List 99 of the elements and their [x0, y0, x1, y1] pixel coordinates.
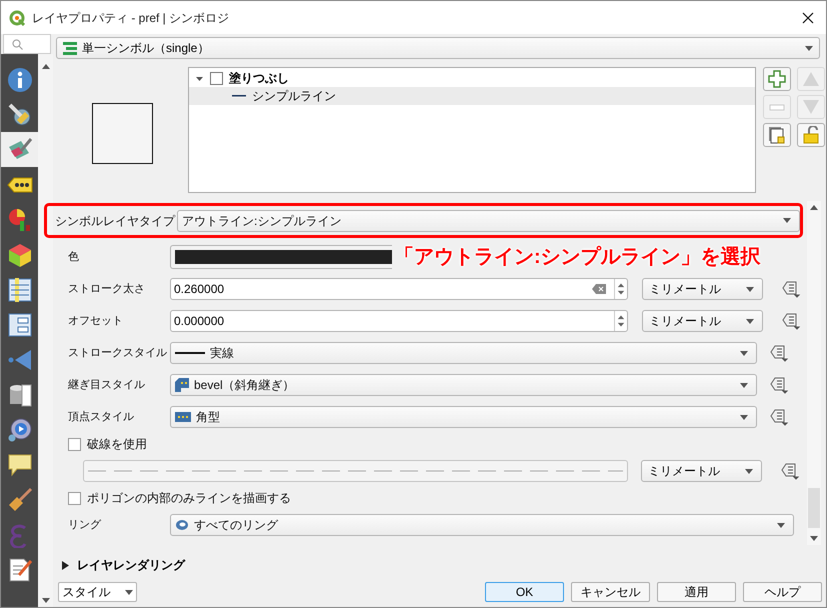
dialog-button[interactable]: キャンセル — [571, 582, 650, 602]
single-symbol-icon — [63, 42, 77, 54]
dropdown-caret-icon — [746, 318, 754, 324]
dropdown[interactable]: bevel（斜角継ぎ） — [170, 374, 757, 396]
app-logo-icon — [9, 10, 25, 26]
unlocked-padlock-icon — [802, 126, 820, 144]
scrollbar-thumb[interactable] — [808, 488, 820, 528]
form-layout-icon — [6, 312, 32, 338]
scrollbar[interactable] — [807, 201, 821, 545]
scroll-down-icon[interactable] — [42, 598, 50, 603]
dropdown-caret-icon — [124, 590, 132, 594]
field-label: ストロークスタイル — [68, 346, 168, 361]
renderer-dropdown[interactable]: 単一シンボル（single） — [56, 37, 820, 59]
field-label: オフセット — [68, 314, 124, 329]
tree-item[interactable]: 塗りつぶし — [229, 69, 289, 87]
symbol-layer-tool-button[interactable] — [763, 123, 791, 147]
dropdown[interactable]: アウトライン:シンプルライン — [177, 210, 800, 232]
style-button[interactable]: スタイル — [58, 582, 137, 602]
checkbox[interactable] — [68, 438, 81, 450]
data-defined-override-icon[interactable] — [781, 280, 801, 298]
checkbox-label: 破線を使用 — [87, 436, 147, 453]
tree-item[interactable]: シンプルライン — [189, 87, 755, 105]
dropdown-caret-icon — [783, 218, 791, 223]
spin-arrows-icon[interactable] — [614, 279, 627, 299]
dropdown-caret-icon — [746, 286, 754, 292]
symbol-layer-tool-button[interactable] — [763, 67, 791, 91]
unit-dropdown[interactable]: ミリメートル — [642, 278, 763, 300]
data-defined-override-icon[interactable] — [769, 344, 789, 362]
line-swatch-icon — [232, 95, 246, 97]
scroll-down-icon[interactable] — [810, 536, 818, 541]
dropdown-caret-icon — [740, 382, 748, 388]
fill-symbol-swatch — [210, 72, 223, 84]
close-icon[interactable] — [802, 12, 814, 24]
dropdown-caret-icon — [740, 350, 748, 356]
sidebar-tab[interactable] — [1, 132, 38, 167]
dialog-button[interactable]: OK — [485, 582, 564, 602]
dialog-button[interactable]: ヘルプ — [743, 582, 822, 602]
section-header[interactable]: レイヤレンダリング — [56, 553, 826, 577]
number-field[interactable]: 0.260000 — [170, 278, 628, 300]
field-label: 色 — [68, 250, 80, 265]
field-label: リング — [68, 518, 102, 533]
dropdown[interactable]: 実線 — [170, 342, 757, 364]
dropdown-caret-icon — [805, 46, 813, 50]
dropdown-value: アウトライン:シンプルライン — [182, 212, 342, 230]
bevel-join-icon — [175, 378, 189, 392]
unit-dropdown[interactable]: ミリメートル — [642, 310, 763, 332]
dropdown[interactable]: 角型 — [170, 406, 757, 428]
scrollbar[interactable] — [38, 54, 53, 607]
color-button[interactable] — [170, 245, 392, 269]
ring-icon — [175, 519, 189, 531]
clear-icon[interactable] — [592, 284, 606, 294]
dialog-button[interactable]: 適用 — [657, 582, 736, 602]
square-cap-icon — [175, 412, 191, 422]
pie-bar-chart-icon — [6, 206, 32, 232]
spin-arrows-icon[interactable] — [614, 311, 627, 331]
annotation-text: 「アウトライン:シンプルライン」を選択 — [394, 244, 761, 270]
data-defined-override-icon[interactable] — [769, 408, 789, 426]
search-icon — [12, 38, 23, 50]
field-label: ストローク太さ — [68, 282, 146, 297]
gear-play-icon — [6, 416, 32, 442]
checkbox[interactable] — [68, 492, 81, 504]
data-defined-override-icon[interactable] — [769, 376, 789, 394]
field-label: 頂点スタイル — [68, 410, 135, 425]
dropdown[interactable]: すべてのリング — [170, 514, 794, 536]
plus-icon — [768, 70, 786, 88]
window-title: レイヤプロパティ - pref | シンボロジ — [32, 10, 230, 26]
checkbox-label: ポリゴンの内部のみラインを描画する — [87, 490, 291, 507]
field-label: 継ぎ目スタイル — [68, 378, 146, 393]
scroll-up-icon[interactable] — [42, 64, 50, 69]
expand-arrow-icon — [62, 560, 69, 570]
document-pencil-icon — [6, 556, 32, 582]
solid-line-icon — [175, 351, 205, 355]
dropdown-value: すべてのリング — [194, 517, 278, 534]
wrench-gear-icon — [6, 102, 32, 128]
field-label: シンボルレイヤタイプ — [55, 212, 175, 230]
unit-dropdown[interactable]: ミリメートル — [641, 460, 762, 482]
number-field[interactable]: 0.000000 — [170, 310, 628, 332]
form-table-icon — [6, 276, 32, 302]
search-field[interactable] — [3, 34, 51, 54]
dropdown-caret-icon — [740, 414, 748, 420]
duplicate-layer-icon — [768, 126, 786, 144]
dropdown-caret-icon — [777, 522, 785, 528]
minus-icon — [769, 104, 785, 110]
up-triangle-icon — [802, 71, 820, 87]
symbol-preview — [92, 102, 152, 164]
dropdown-value: 実線 — [210, 345, 234, 362]
dropdown-caret-icon — [745, 468, 753, 474]
scroll-up-icon[interactable] — [810, 205, 818, 210]
cube-icon — [6, 242, 32, 268]
info-icon — [6, 66, 32, 92]
dropdown-value: bevel（斜角継ぎ） — [194, 377, 295, 394]
symbol-layer-tool-button[interactable] — [797, 123, 825, 147]
down-triangle-icon — [802, 99, 820, 115]
speech-bubble-icon — [6, 452, 32, 478]
brush-icon — [6, 486, 32, 512]
data-defined-override-icon[interactable] — [780, 462, 800, 480]
dashed-line-icon — [88, 470, 623, 472]
dropdown-value: 角型 — [196, 409, 220, 426]
data-defined-override-icon[interactable] — [781, 312, 801, 330]
